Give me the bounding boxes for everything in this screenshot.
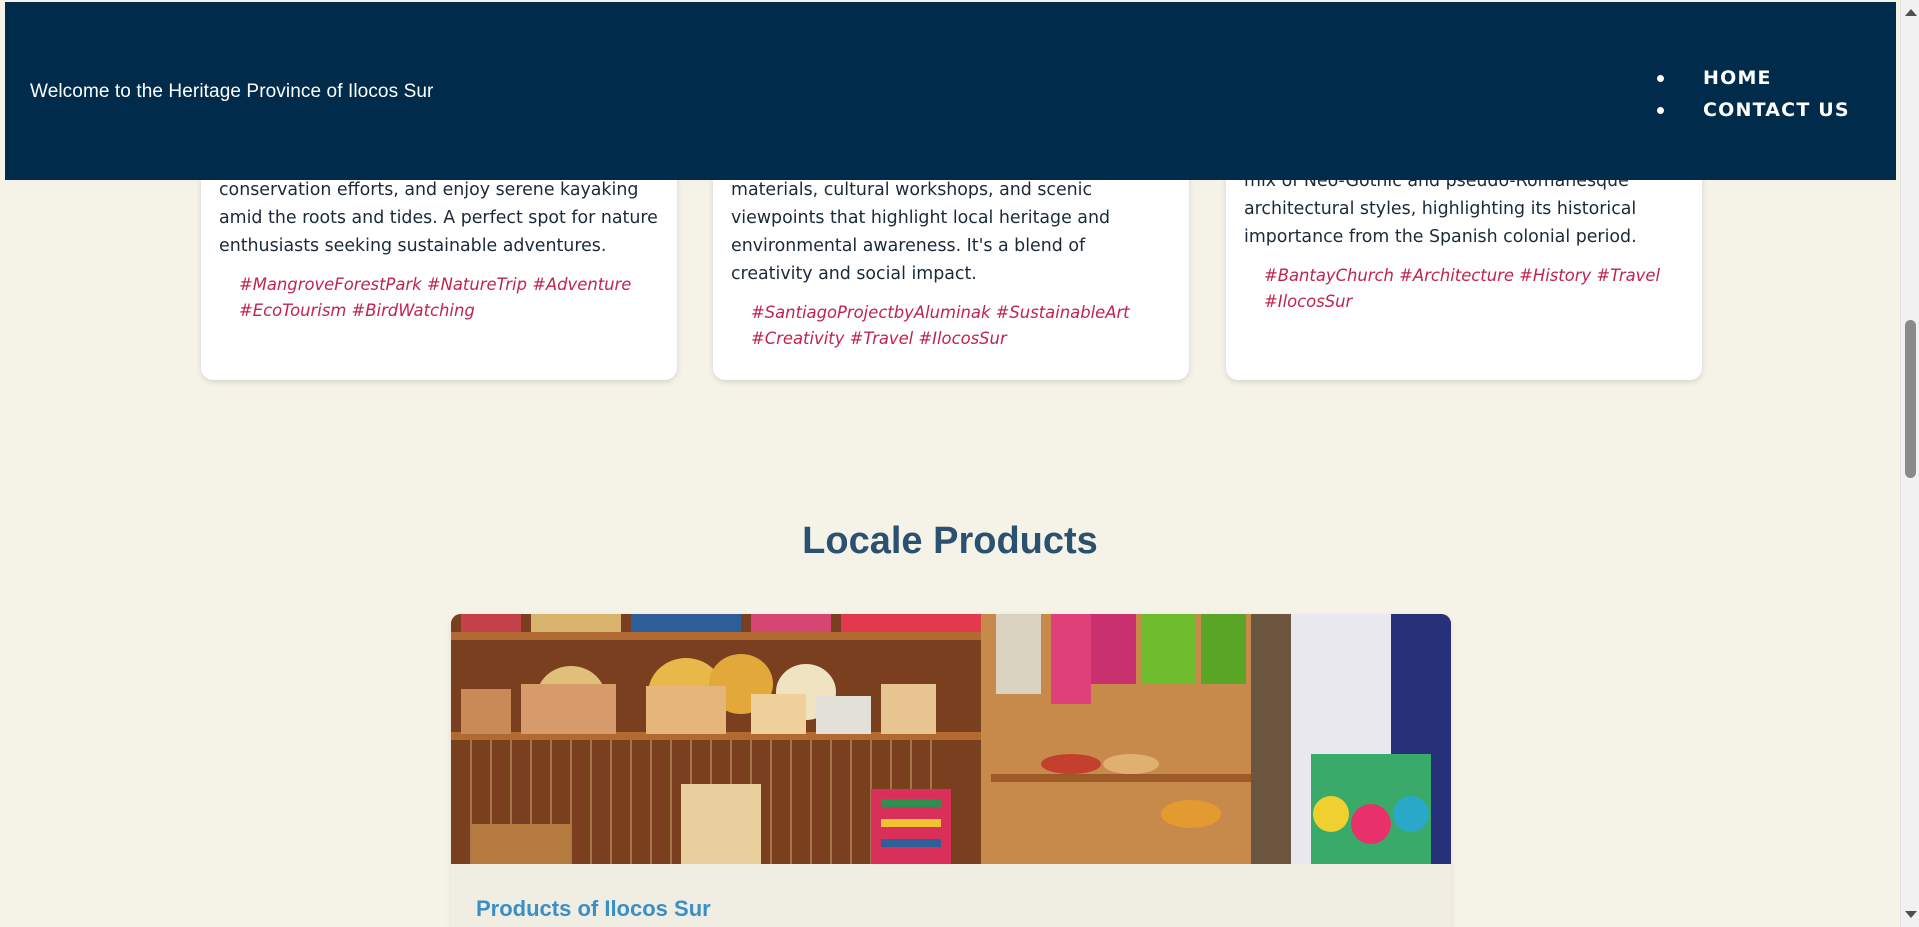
handicrafts-photo-graphic <box>451 614 1451 864</box>
handicrafts-photo <box>451 614 1451 864</box>
scroll-up-arrow-icon[interactable] <box>1905 9 1917 16</box>
bullet-icon <box>1657 75 1664 82</box>
nav-home-label[interactable]: HOME <box>1703 67 1772 89</box>
nav-item-contact[interactable]: CONTACT US <box>1657 94 1850 126</box>
card-hashtags: #MangroveForestPark #NatureTrip #Adventu… <box>239 275 632 320</box>
nav-contact-label[interactable]: CONTACT US <box>1703 99 1850 121</box>
scroll-thumb[interactable] <box>1905 320 1916 478</box>
product-title[interactable]: Products of Ilocos Sur <box>476 896 711 922</box>
bullet-icon <box>1657 107 1664 114</box>
scroll-down-arrow-icon[interactable] <box>1905 911 1917 918</box>
section-title: Locale Products <box>802 520 1098 562</box>
page: conservation efforts, and enjoy serene k… <box>0 0 1919 927</box>
main-nav: HOME CONTACT US <box>1657 62 1850 126</box>
card-hashtags: #BantayChurch #Architecture #History #Tr… <box>1264 266 1661 311</box>
nav-item-home[interactable]: HOME <box>1657 62 1850 94</box>
card-description: materials, cultural workshops, and sceni… <box>731 180 1111 284</box>
site-title: Welcome to the Heritage Province of Iloc… <box>30 81 434 102</box>
product-card[interactable]: Products of Ilocos Sur <box>451 614 1451 927</box>
card-hashtags: #SantiagoProjectbyAluminak #SustainableA… <box>751 303 1130 348</box>
card-description: conservation efforts, and enjoy serene k… <box>219 180 658 256</box>
vertical-scrollbar[interactable] <box>1900 0 1919 927</box>
site-header: Welcome to the Heritage Province of Iloc… <box>5 2 1896 180</box>
